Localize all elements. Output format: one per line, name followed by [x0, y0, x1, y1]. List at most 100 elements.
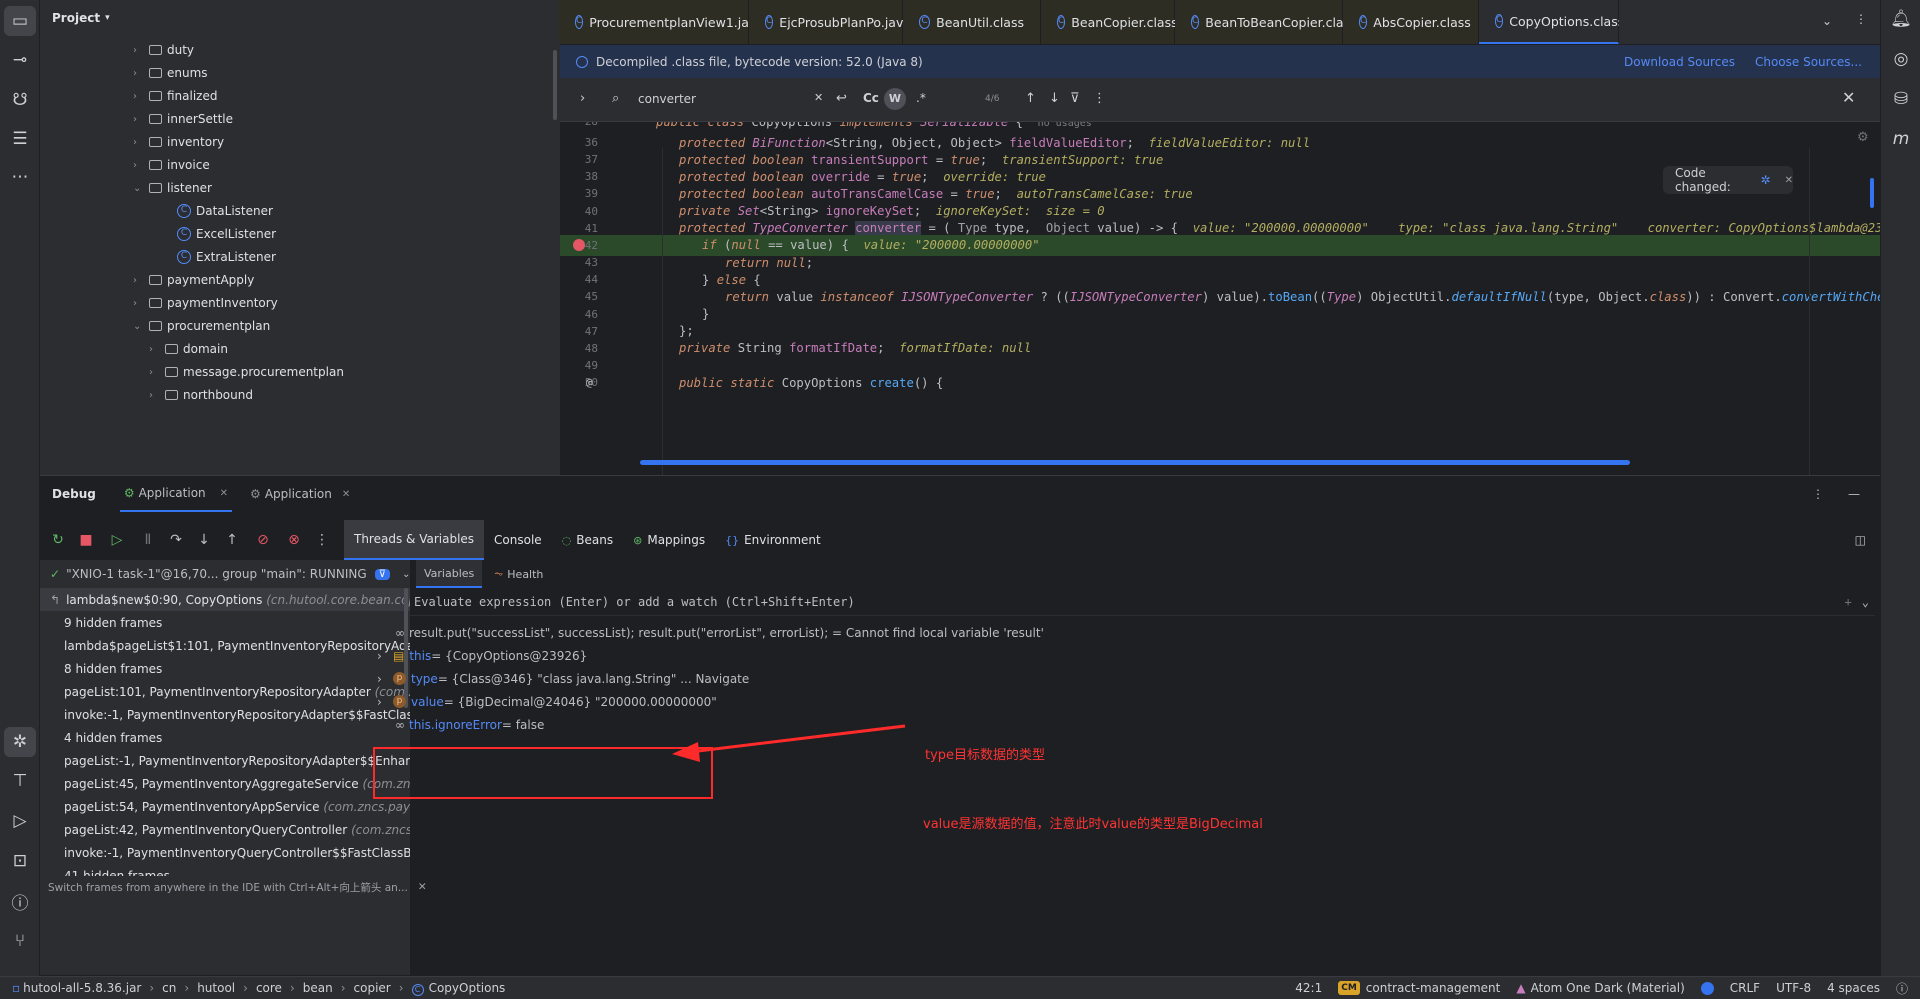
chevron-down-icon[interactable]: ⌄ [133, 183, 149, 194]
chevron-right-icon[interactable]: › [133, 45, 149, 56]
debug-subtab[interactable]: {} Environment [715, 520, 831, 560]
variable-row[interactable]: ∞ this.ignoreError = false [373, 713, 544, 736]
theme-widget[interactable]: ▲ Atom One Dark (Material) [1516, 981, 1684, 995]
tree-item[interactable]: › northbound [149, 381, 253, 409]
line-separator[interactable]: CRLF [1730, 981, 1760, 995]
debug-bug-icon[interactable]: ✲ [4, 727, 36, 757]
stack-frame[interactable]: 8 hidden frames [40, 657, 410, 680]
stack-frame[interactable]: invoke:-1, PaymentInventoryQueryControll… [40, 841, 410, 864]
filter-icon[interactable]: ⊽ [374, 568, 390, 580]
step-out-icon[interactable]: ↑ [218, 532, 246, 548]
clear-search-icon[interactable]: ✕ [814, 91, 823, 104]
chevron-right-icon[interactable]: › [149, 367, 165, 378]
resume-icon[interactable]: ▷ [100, 532, 134, 548]
breadcrumb-item[interactable]: C CopyOptions [411, 981, 505, 996]
view-breakpoints-icon[interactable]: ⊘ [246, 532, 280, 548]
editor-tab[interactable]: CCopyOptions.class✕ [1479, 0, 1643, 44]
close-icon[interactable]: ✕ [342, 489, 350, 500]
caret-position[interactable]: 42:1 [1295, 981, 1322, 995]
maven-icon[interactable]: m [1881, 124, 1920, 154]
breadcrumb-item[interactable]: core [256, 981, 282, 995]
stop-icon[interactable]: ■ [72, 532, 100, 548]
code-line[interactable]: @50 public static CopyOptions create() { [560, 372, 1880, 393]
chevron-down-icon[interactable]: ⌄ [1862, 595, 1869, 609]
chevron-right-icon[interactable]: › [133, 114, 149, 125]
stack-frame[interactable]: pageList:-1, PaymentInventoryRepositoryA… [40, 749, 410, 772]
kebab-menu-icon[interactable]: ⋮ [308, 532, 336, 548]
structure-icon[interactable]: ☰ [0, 124, 40, 154]
breadcrumb-item[interactable]: bean [303, 981, 333, 995]
kebab-menu-icon[interactable]: ⋮ [1855, 12, 1867, 26]
chevron-right-icon[interactable]: › [377, 649, 393, 663]
debug-subtab[interactable]: Console [484, 520, 552, 560]
stack-frame[interactable]: ↰ lambda$new$0:90, CopyOptions (cn.hutool… [40, 588, 410, 611]
stack-frame[interactable]: 9 hidden frames [40, 611, 410, 634]
step-over-icon[interactable]: ↷ [162, 532, 190, 548]
breadcrumb-item[interactable]: ▫ hutool-all-5.8.36.jar [12, 981, 141, 995]
minimize-icon[interactable]: — [1848, 487, 1860, 501]
stack-frame[interactable]: lambda$pageList$1:101, PaymentInventoryR… [40, 634, 410, 657]
chevron-right-icon[interactable]: › [149, 344, 165, 355]
status-dot-icon[interactable] [1700, 981, 1714, 995]
regex-toggle[interactable]: .* [916, 91, 926, 105]
variable-row[interactable]: › ▤ this = {CopyOptions@23926} [373, 644, 587, 667]
editor-tab[interactable]: C AbsCopier.class [1343, 0, 1479, 44]
pause-icon[interactable]: Ⅱ [134, 532, 162, 548]
breadcrumb-item[interactable]: cn [162, 981, 176, 995]
choose-sources-link[interactable]: Choose Sources... [1755, 55, 1862, 69]
mute-breakpoints-icon[interactable]: ⊗ [280, 532, 308, 548]
problems-icon[interactable]: ⓘ [0, 886, 40, 916]
chevron-right-icon[interactable]: › [377, 695, 393, 709]
editor-tab[interactable]: C BeanToBeanCopier.class [1175, 0, 1357, 44]
git-icon[interactable]: ⑂ [0, 926, 40, 956]
close-icon[interactable]: ✕ [1785, 175, 1793, 186]
chevron-down-icon[interactable]: ⌄ [1822, 14, 1832, 28]
commit-icon[interactable]: ⊸ [0, 45, 40, 75]
stack-frame[interactable]: pageList:45, PaymentInventoryAggregateSe… [40, 772, 410, 795]
editor-scroll-thumb[interactable] [1870, 178, 1874, 208]
variable-row[interactable]: › p type = {Class@346} "class java.lang.St… [373, 667, 749, 690]
close-find-icon[interactable]: ✕ [1842, 88, 1855, 107]
evaluate-input[interactable]: Evaluate expression (Enter) or add a wat… [410, 588, 1875, 616]
stack-frame[interactable]: pageList:42, PaymentInventoryQueryContro… [40, 818, 410, 841]
kebab-menu-icon[interactable]: ⋮ [1812, 487, 1824, 501]
layout-icon[interactable]: ◫ [1855, 533, 1866, 547]
breadcrumb-item[interactable]: hutool [197, 981, 235, 995]
chevron-right-icon[interactable]: › [133, 275, 149, 286]
code-line[interactable]: 28 public class CopyOptions implements Se… [560, 122, 1880, 132]
override-icon[interactable]: @ [586, 376, 593, 389]
chevron-right-icon[interactable]: › [149, 390, 165, 401]
notifications-icon[interactable]: 🔔︎ [1881, 4, 1920, 34]
health-tab[interactable]: ⏦ Health [494, 567, 543, 581]
debug-subtab[interactable]: Threads & Variables [344, 520, 485, 560]
run-tab-1[interactable]: ⚙ Application ✕ [119, 476, 233, 512]
ai-assistant-icon[interactable]: ◎ [1881, 44, 1920, 74]
previous-match-icon[interactable]: ↑ [1025, 91, 1036, 106]
run-tab-2[interactable]: ⚙ Application ✕ [246, 487, 354, 501]
indent-setting[interactable]: 4 spaces [1827, 981, 1880, 995]
reader-mode-icon[interactable]: ⚙ [1857, 130, 1869, 145]
terminal-icon[interactable]: ⊡ [0, 846, 40, 876]
add-watch-icon[interactable]: + [1845, 595, 1852, 609]
search-input[interactable]: converter [638, 92, 696, 106]
chevron-right-icon[interactable]: › [133, 298, 149, 309]
chevron-right-icon[interactable]: › [377, 672, 393, 686]
debug-subtab[interactable]: ⊛ Mappings [623, 520, 715, 560]
project-widget[interactable]: CM contract-management [1338, 981, 1500, 995]
refresh-gear-icon[interactable]: ✲ [1761, 173, 1771, 187]
chevron-right-icon[interactable]: › [133, 68, 149, 79]
filter-icon[interactable]: ⊽ [1070, 91, 1080, 106]
stack-frame[interactable]: invoke:-1, PaymentInventoryRepositoryAda… [40, 703, 410, 726]
database-icon[interactable]: ⛁ [1881, 84, 1920, 114]
hammer-icon[interactable]: ⊤ [0, 766, 40, 796]
chevron-right-icon[interactable]: › [133, 137, 149, 148]
notifications-icon[interactable]: ⓘ [1896, 980, 1908, 997]
file-encoding[interactable]: UTF-8 [1776, 981, 1811, 995]
editor-tab[interactable]: C EjcProsubPlanPo.java [749, 0, 911, 44]
stack-frame[interactable]: 4 hidden frames [40, 726, 410, 749]
chevron-down-icon[interactable]: ⌄ [133, 321, 149, 332]
tree-scrollbar[interactable] [553, 50, 557, 120]
folder-icon[interactable]: ▭ [4, 6, 36, 36]
expand-replace-icon[interactable]: › [580, 91, 585, 106]
editor-tab[interactable]: C BeanCopier.class [1041, 0, 1178, 44]
